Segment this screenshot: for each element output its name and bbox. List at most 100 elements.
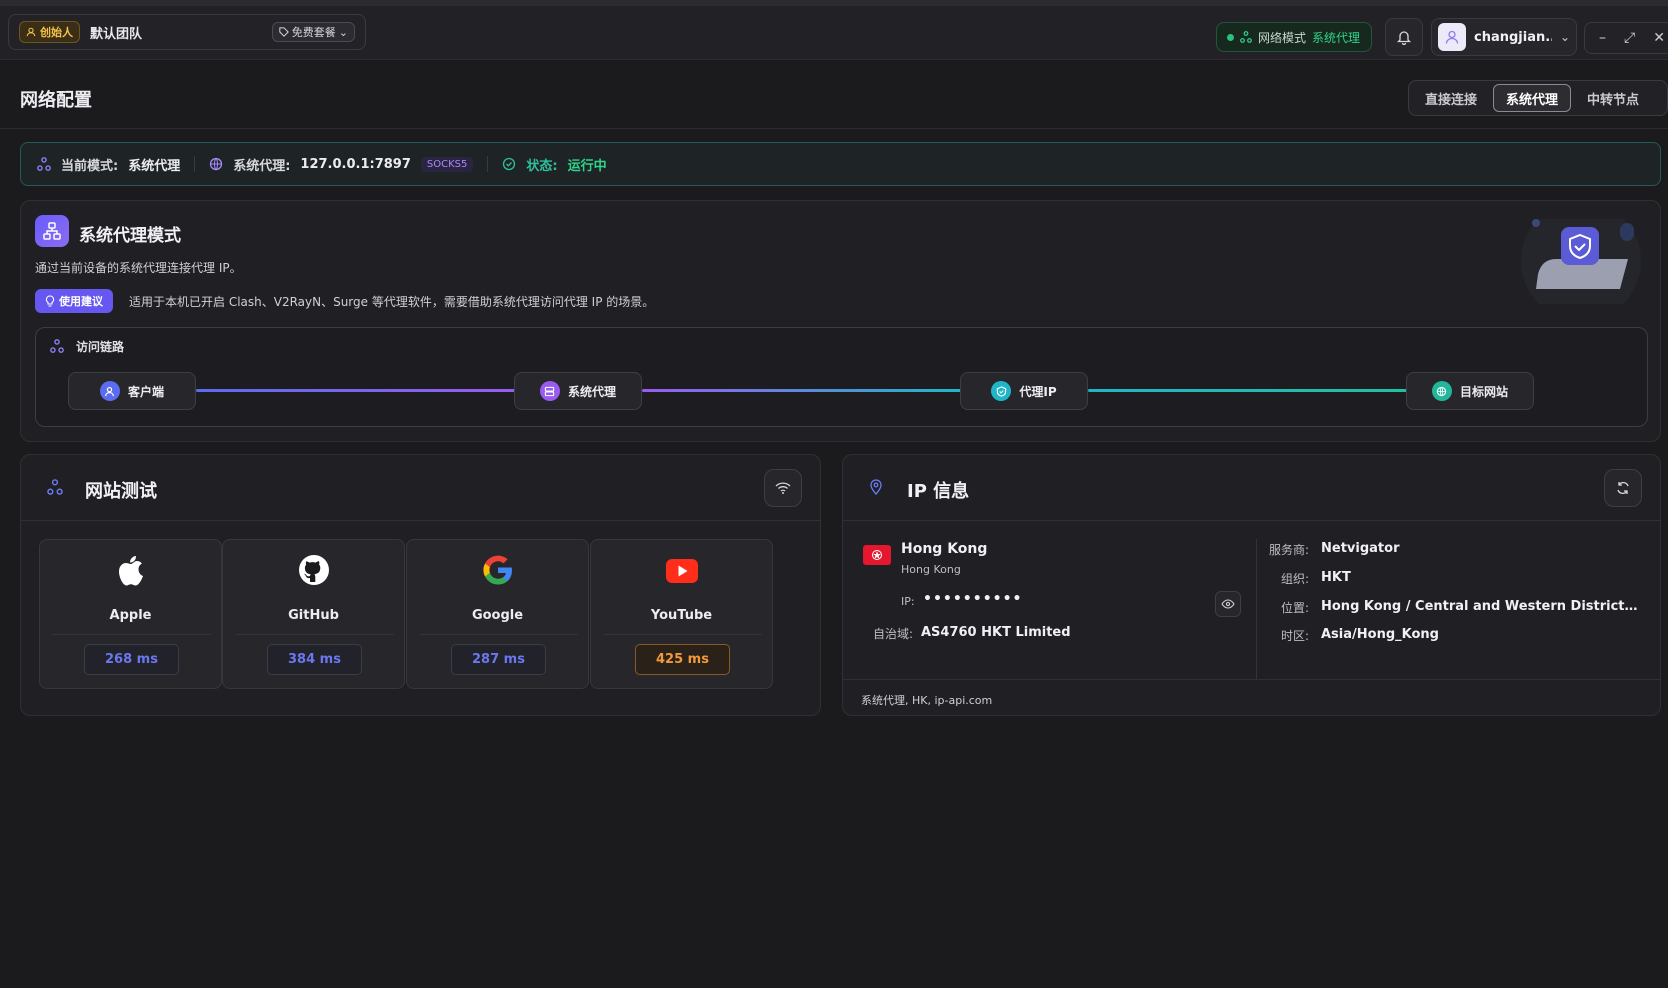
user-name: changjian... — [1474, 29, 1552, 45]
ip-info-footer: 系统代理, HK, ip-api.com — [843, 679, 1660, 717]
state-label: 状态: — [526, 158, 558, 174]
ip-city: Hong Kong — [901, 541, 988, 557]
globe-icon — [1431, 381, 1452, 401]
header-divider — [0, 128, 1668, 129]
avatar — [1438, 23, 1466, 51]
divider — [235, 634, 394, 635]
network-icon — [37, 157, 51, 171]
chain-node-proxy-ip: 代理IP — [960, 372, 1088, 410]
mode-card-description: 通过当前设备的系统代理连接代理 IP。 — [35, 261, 242, 275]
tab-direct[interactable]: 直接连接 — [1413, 84, 1489, 112]
refresh-ip-button[interactable] — [1604, 469, 1642, 507]
system-proxy-address: 127.0.0.1:7897 — [300, 156, 411, 172]
run-test-button[interactable] — [764, 469, 802, 507]
status-dot — [1227, 33, 1234, 41]
team-name: 默认团队 — [90, 26, 143, 42]
maximize-icon[interactable]: ⤢ — [1624, 30, 1635, 46]
network-icon — [1240, 31, 1252, 43]
divider — [52, 634, 211, 635]
site-test-header: 网站测试 — [21, 455, 820, 521]
user-menu[interactable]: changjian... ⌄ — [1431, 18, 1577, 56]
chevron-down-icon: ⌄ — [1559, 30, 1570, 44]
user-icon — [26, 27, 36, 37]
chain-connector — [642, 389, 964, 392]
latency-badge: 384 ms — [267, 644, 362, 675]
apple-icon — [118, 556, 143, 586]
team-switcher[interactable]: 创始人 默认团队 免费套餐 ⌄ — [8, 14, 366, 50]
chain-node-label: 系统代理 — [567, 384, 616, 399]
chain-node-label: 代理IP — [1019, 384, 1057, 399]
creator-badge: 创始人 — [19, 21, 80, 43]
system-proxy-label: 系统代理: — [233, 158, 291, 174]
check-circle-icon — [503, 157, 516, 171]
network-mode-pill[interactable]: 网络模式 系统代理 — [1216, 22, 1372, 52]
network-icon — [47, 479, 63, 495]
site-tile-google[interactable]: Google 287 ms — [406, 539, 589, 689]
access-chain-panel: 访问链路 客户端 系统代理 代理IP 目标网站 — [35, 327, 1648, 427]
site-name: Google — [471, 608, 524, 623]
bell-icon — [1396, 31, 1412, 45]
github-icon — [298, 555, 329, 585]
asn-label: 自治域: — [873, 627, 914, 641]
close-icon[interactable]: ✕ — [1653, 30, 1665, 46]
detail-label: 服务商: — [1268, 543, 1309, 557]
youtube-icon — [665, 559, 698, 583]
tab-system-proxy[interactable]: 系统代理 — [1493, 84, 1572, 112]
chain-node-system-proxy: 系统代理 — [514, 372, 642, 410]
usage-tip-text: 适用于本机已开启 Clash、V2RayN、Surge 等代理软件，需要借助系统… — [129, 295, 655, 309]
shield-illustration-icon — [1521, 219, 1641, 304]
detail-value: Asia/Hong_Kong — [1321, 627, 1439, 642]
chain-connector — [196, 389, 518, 392]
latency-badge: 287 ms — [451, 644, 546, 675]
site-name: GitHub — [288, 608, 339, 623]
user-icon — [1445, 30, 1459, 44]
tag-icon — [279, 27, 289, 37]
site-test-title: 网站测试 — [85, 481, 157, 502]
divider — [419, 634, 578, 635]
chain-node-client: 客户端 — [68, 372, 196, 410]
ip-address-masked: •••••••••• — [923, 591, 1023, 607]
mode-tabs: 直接连接 系统代理 中转节点 — [1408, 80, 1668, 116]
site-name: Apple — [109, 608, 152, 623]
network-icon — [50, 339, 64, 353]
sitemap-icon — [35, 215, 69, 247]
divider — [603, 634, 762, 635]
plan-badge-label: 免费套餐 — [291, 26, 336, 39]
usage-tip-label: 使用建议 — [59, 295, 103, 308]
minimize-icon[interactable]: – — [1599, 30, 1606, 46]
chain-node-target-site: 目标网站 — [1406, 372, 1534, 410]
creator-badge-label: 创始人 — [40, 26, 73, 39]
google-icon — [482, 555, 512, 585]
detail-label: 位置: — [1280, 601, 1309, 615]
access-chain-title: 访问链路 — [76, 340, 125, 354]
ip-info-header: IP 信息 — [843, 455, 1660, 521]
detail-value: Hong Kong / Central and Western District… — [1321, 599, 1641, 614]
hong-kong-flag-icon — [863, 545, 891, 565]
current-mode-label: 当前模式: — [61, 158, 119, 174]
network-mode-value: 系统代理 — [1312, 30, 1361, 45]
separator — [194, 156, 196, 172]
chevron-down-icon: ⌄ — [338, 25, 348, 39]
refresh-icon — [1617, 481, 1629, 495]
asn-value: AS4760 HKT Limited — [921, 625, 1071, 640]
mode-card-title: 系统代理模式 — [79, 226, 181, 246]
latency-badge: 425 ms — [635, 644, 730, 675]
tab-relay-node[interactable]: 中转节点 — [1575, 84, 1651, 112]
site-tile-github[interactable]: GitHub 384 ms — [222, 539, 405, 689]
shield-check-icon — [991, 381, 1012, 401]
site-name: YouTube — [650, 608, 713, 623]
detail-label: 组织: — [1280, 572, 1309, 586]
detail-label: 时区: — [1280, 629, 1309, 643]
current-mode-value: 系统代理 — [128, 158, 181, 174]
notification-button[interactable] — [1385, 18, 1423, 56]
top-bar: 创始人 默认团队 免费套餐 ⌄ 网络模式 系统代理 changjian... ⌄… — [0, 0, 1668, 60]
chain-node-label: 目标网站 — [1459, 384, 1508, 399]
plan-badge[interactable]: 免费套餐 ⌄ — [271, 22, 355, 42]
wifi-icon — [775, 482, 791, 494]
window-controls: – ⤢ ✕ — [1584, 22, 1668, 54]
detail-value: HKT — [1321, 570, 1351, 585]
ip-info-title: IP 信息 — [907, 481, 970, 502]
site-tile-apple[interactable]: Apple 268 ms — [39, 539, 222, 689]
site-tile-youtube[interactable]: YouTube 425 ms — [590, 539, 773, 689]
lightbulb-icon — [45, 295, 55, 307]
